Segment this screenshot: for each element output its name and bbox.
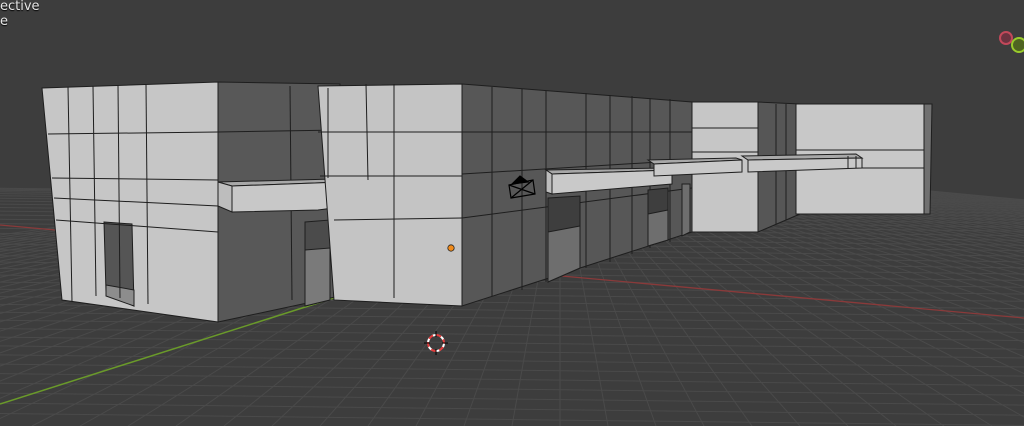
doorway-center-stair — [547, 225, 581, 283]
gizmo-y-axis-button[interactable] — [1011, 37, 1024, 53]
doorway-far — [681, 183, 691, 237]
view-name-label: ective — [0, 0, 40, 14]
doorway-side-floor — [304, 247, 331, 307]
3d-viewport[interactable]: ective e — [0, 0, 1024, 426]
grid-line — [0, 392, 1024, 406]
building-center-tall-face — [317, 83, 463, 307]
canopy-slab-front — [545, 169, 553, 195]
view-collection-label: e — [0, 14, 8, 29]
grid-line — [0, 382, 1024, 396]
grid-line — [0, 354, 1024, 368]
object-origin-icon[interactable] — [447, 244, 455, 252]
viewport-scene[interactable] — [0, 0, 1024, 426]
grid-line — [0, 363, 1024, 377]
doorway-right-stair — [647, 209, 669, 247]
grid-line — [0, 373, 1024, 387]
building-far-right-side — [923, 103, 933, 215]
building-center[interactable] — [317, 83, 693, 307]
